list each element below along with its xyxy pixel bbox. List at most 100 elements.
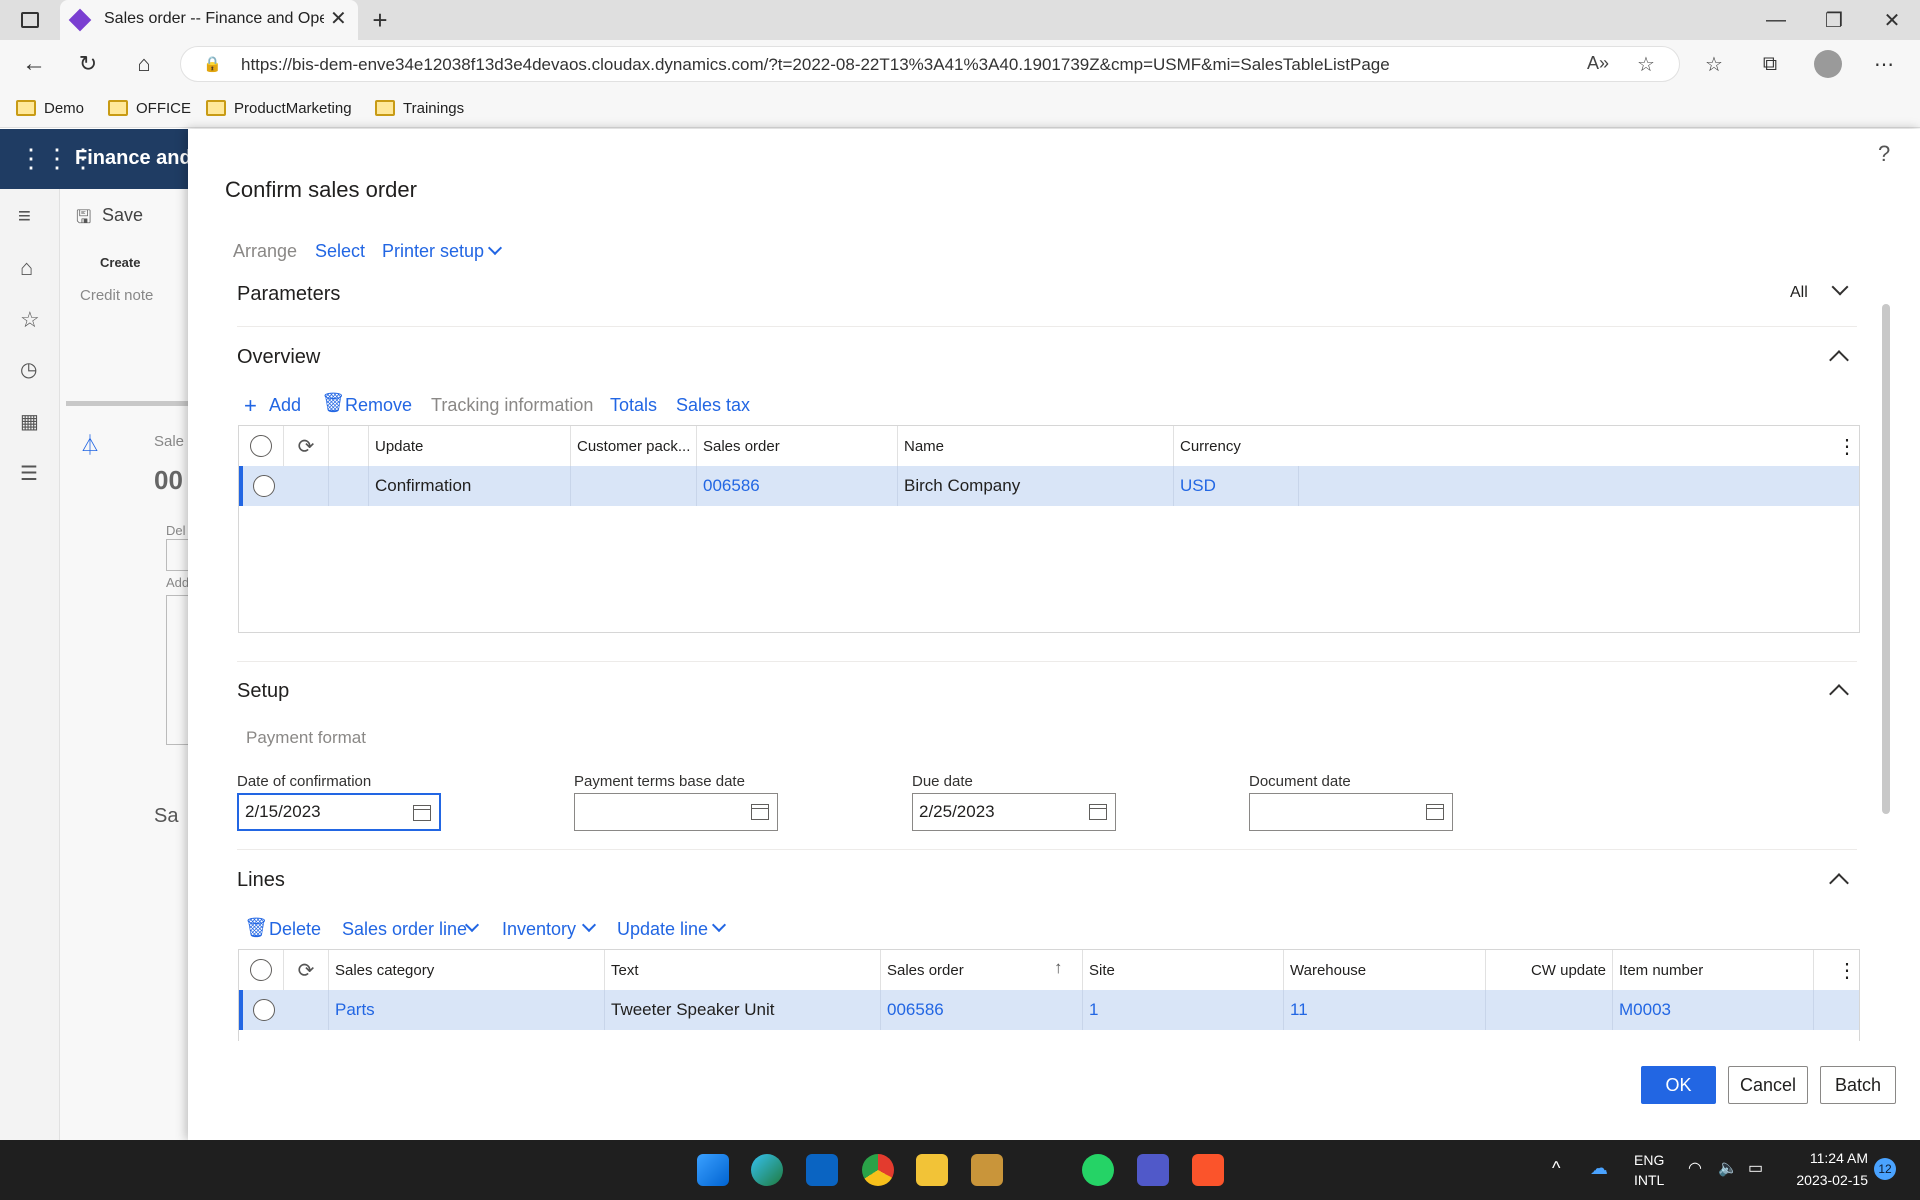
back-icon[interactable]: ← [18, 48, 50, 80]
column-header-currency[interactable]: Currency [1174, 426, 1814, 466]
batch-button[interactable]: Batch [1820, 1066, 1896, 1104]
chrome-icon[interactable] [862, 1154, 894, 1186]
sonos-icon[interactable] [971, 1154, 1003, 1186]
refresh-icon[interactable]: ↻ [72, 48, 104, 80]
parameters-filter-value[interactable]: All [1790, 284, 1808, 302]
horizontal-scrollbar[interactable] [66, 401, 200, 406]
modules-nav-icon[interactable]: ☰ [20, 461, 38, 486]
clock-date[interactable]: 2023-02-15 [1786, 1172, 1868, 1188]
cell-sales-order-link[interactable]: 006586 [881, 990, 1083, 1030]
url-bar[interactable]: 🔒 https://bis-dem-enve34e12038f13d3e4dev… [180, 46, 1680, 82]
ok-button[interactable]: OK [1641, 1066, 1716, 1104]
start-icon[interactable] [697, 1154, 729, 1186]
chevron-down-icon[interactable] [1831, 278, 1849, 296]
table-row[interactable]: Parts Tweeter Speaker Unit 006586 1 11 M… [239, 990, 1859, 1030]
workspaces-nav-icon[interactable]: ▦ [20, 409, 39, 434]
notification-badge[interactable]: 12 [1874, 1158, 1896, 1180]
add-favorite-icon[interactable]: ☆ [1637, 52, 1655, 77]
brave-icon[interactable] [1192, 1154, 1224, 1186]
refresh-grid-icon[interactable]: ⟳ [284, 426, 329, 466]
update-line-menu[interactable]: Update line [617, 919, 708, 940]
column-header-cw-update[interactable]: CW update [1486, 950, 1613, 990]
volume-icon[interactable]: 🔈 [1718, 1158, 1738, 1178]
whatsapp-icon[interactable] [1082, 1154, 1114, 1186]
cell-text[interactable]: Tweeter Speaker Unit [605, 990, 881, 1030]
minimize-icon[interactable]: — [1760, 4, 1792, 36]
column-header-customer-pack[interactable]: Customer pack... [571, 426, 697, 466]
column-header-update[interactable]: Update [369, 426, 571, 466]
cell-warehouse-link[interactable]: 11 [1284, 990, 1486, 1030]
filter-icon[interactable]: ⏃ [80, 429, 100, 458]
profile-avatar[interactable] [1812, 48, 1844, 80]
save-button[interactable]: Save [102, 205, 143, 226]
calendar-icon[interactable] [1426, 804, 1444, 820]
printer-setup-button[interactable]: Printer setup [382, 241, 484, 262]
onedrive-icon[interactable]: ☁ [1590, 1158, 1608, 1179]
cell-customer-pack[interactable] [571, 466, 697, 506]
new-tab-icon[interactable]: + [364, 4, 396, 36]
column-header-name[interactable]: Name [898, 426, 1174, 466]
wifi-icon[interactable]: ◠ [1688, 1158, 1702, 1178]
select-button[interactable]: Select [315, 241, 365, 262]
arrange-button[interactable]: Arrange [233, 241, 297, 262]
select-all-header[interactable] [239, 950, 284, 990]
favorites-icon[interactable]: ☆ [1698, 48, 1730, 80]
cell-item-number-link[interactable]: M0003 [1613, 990, 1814, 1030]
favorites-nav-icon[interactable]: ☆ [20, 307, 40, 333]
cell-sales-order-link[interactable]: 006586 [697, 466, 898, 506]
cancel-button[interactable]: Cancel [1728, 1066, 1808, 1104]
column-header-warehouse[interactable]: Warehouse [1284, 950, 1486, 990]
calendar-icon[interactable] [1089, 804, 1107, 820]
bookmark-office[interactable]: OFFICE [108, 96, 191, 120]
dialog-scrollbar[interactable] [1882, 304, 1890, 814]
inventory-menu[interactable]: Inventory [502, 919, 576, 940]
collections-icon[interactable]: ⧉ [1754, 48, 1786, 80]
hamburger-icon[interactable]: ≡ [18, 203, 31, 229]
chevron-up-icon[interactable] [1829, 684, 1849, 704]
close-tab-icon[interactable]: ✕ [330, 6, 347, 31]
language-indicator-top[interactable]: ENG [1634, 1152, 1664, 1168]
home-nav-icon[interactable]: ⌂ [20, 255, 33, 281]
bookmark-productmarketing[interactable]: ProductMarketing [206, 96, 352, 120]
bookmark-demo[interactable]: Demo [16, 96, 84, 120]
grid-options-icon[interactable]: ⋮ [1837, 434, 1857, 459]
column-header-sales-category[interactable]: Sales category [329, 950, 605, 990]
language-indicator-bottom[interactable]: INTL [1634, 1172, 1664, 1188]
row-select-radio[interactable] [253, 475, 275, 497]
show-hidden-icons[interactable]: ^ [1552, 1158, 1560, 1179]
select-all-header[interactable] [239, 426, 284, 466]
table-row[interactable]: Confirmation 006586 Birch Company USD [239, 466, 1859, 506]
read-aloud-icon[interactable]: A» [1587, 53, 1609, 74]
cell-update[interactable]: Confirmation [369, 466, 571, 506]
sales-tax-button[interactable]: Sales tax [676, 395, 750, 416]
help-icon[interactable]: ? [1878, 141, 1890, 167]
calendar-icon[interactable] [751, 804, 769, 820]
edge-icon[interactable] [751, 1154, 783, 1186]
calendar-icon[interactable] [413, 805, 431, 821]
browser-tab[interactable]: Sales order -- Finance and Opera ✕ [60, 0, 358, 40]
column-header-sales-order[interactable]: Sales order [881, 950, 1083, 990]
column-header-site[interactable]: Site [1083, 950, 1284, 990]
home-icon[interactable]: ⌂ [128, 48, 160, 80]
file-explorer-icon[interactable] [916, 1154, 948, 1186]
date-of-confirmation-input[interactable]: 2/15/2023 [237, 793, 441, 831]
clock-time[interactable]: 11:24 AM [1798, 1150, 1868, 1166]
bookmark-trainings[interactable]: Trainings [375, 96, 464, 120]
select-all-radio[interactable] [250, 435, 272, 457]
select-all-radio[interactable] [250, 959, 272, 981]
cell-cw-update[interactable] [1486, 990, 1613, 1030]
outlook-icon[interactable] [806, 1154, 838, 1186]
remove-button[interactable]: Remove [345, 395, 412, 416]
teams-icon[interactable] [1137, 1154, 1169, 1186]
chevron-up-icon[interactable] [1829, 873, 1849, 893]
cell-sales-category-link[interactable]: Parts [329, 990, 605, 1030]
sales-order-line-menu[interactable]: Sales order line [342, 919, 467, 940]
chevron-up-icon[interactable] [1829, 350, 1849, 370]
column-header-item-number[interactable]: Item number [1613, 950, 1814, 990]
restore-icon[interactable]: ❐ [1818, 4, 1850, 36]
refresh-grid-icon[interactable]: ⟳ [284, 950, 329, 990]
recent-nav-icon[interactable]: ◷ [20, 357, 37, 382]
sort-ascending-icon[interactable]: ↑ [1054, 958, 1063, 978]
delete-button[interactable]: Delete [269, 919, 321, 940]
grid-options-icon[interactable]: ⋮ [1837, 958, 1857, 983]
